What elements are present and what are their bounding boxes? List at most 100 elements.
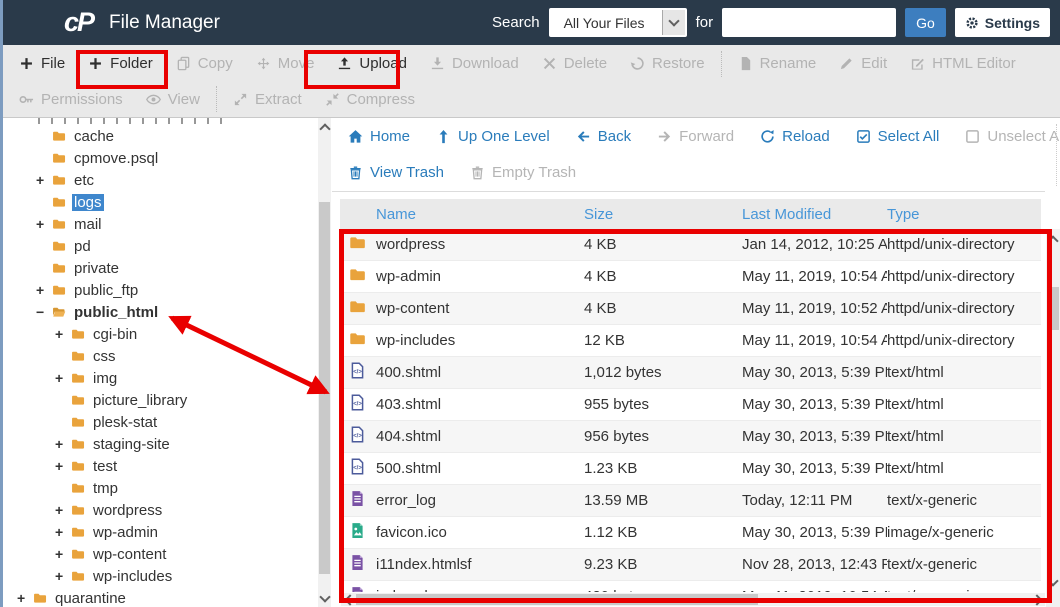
toolbar-button-upload[interactable]: Upload bbox=[337, 55, 407, 72]
folder-icon bbox=[51, 283, 67, 297]
table-row-error-log[interactable]: error_log 13.59 MB Today, 12:11 PM text/… bbox=[340, 485, 1041, 517]
nav-button-select-all[interactable]: Select All bbox=[856, 128, 940, 145]
expand-toggle[interactable]: + bbox=[36, 282, 51, 298]
scroll-right-arrow[interactable] bbox=[1031, 593, 1045, 606]
expand-toggle[interactable]: + bbox=[55, 502, 70, 518]
table-row-favicon-ico[interactable]: favicon.ico 1.12 KB May 30, 2013, 5:39 P… bbox=[340, 517, 1041, 549]
table-vertical-scrollbar[interactable] bbox=[1046, 229, 1060, 592]
expand-toggle[interactable]: + bbox=[55, 326, 70, 342]
tree-item-css[interactable]: css bbox=[0, 345, 318, 367]
toolbar-button-html-editor[interactable]: HTML Editor bbox=[910, 55, 1016, 72]
table-horizontal-scrollbar[interactable] bbox=[341, 593, 1045, 606]
toolbar-button-rename[interactable]: Rename bbox=[738, 55, 817, 72]
nav-button-home[interactable]: Home bbox=[348, 128, 410, 145]
table-row-403-shtml[interactable]: 403.shtml 955 bytes May 30, 2013, 5:39 P… bbox=[340, 389, 1041, 421]
plus-icon bbox=[19, 56, 34, 71]
nav-button-unselect-all[interactable]: Unselect All bbox=[965, 128, 1060, 145]
nav-divider bbox=[1056, 124, 1057, 186]
table-row-wordpress[interactable]: wordpress 4 KB Jan 14, 2012, 10:25 AM ht… bbox=[340, 229, 1041, 261]
tree-item-staging-site[interactable]: + staging-site bbox=[0, 433, 318, 455]
h-scrollbar-thumb[interactable] bbox=[356, 594, 758, 605]
settings-button[interactable]: Settings bbox=[955, 8, 1050, 37]
go-button[interactable]: Go bbox=[905, 8, 946, 37]
tree-item-img[interactable]: + img bbox=[0, 367, 318, 389]
tree-item-wp-content[interactable]: + wp-content bbox=[0, 543, 318, 565]
expand-toggle[interactable]: + bbox=[55, 436, 70, 452]
toolbar-button-delete[interactable]: Delete bbox=[542, 55, 607, 72]
column-header-size[interactable]: Size bbox=[584, 206, 742, 223]
folder-icon bbox=[51, 195, 67, 209]
tree-item-pd[interactable]: pd bbox=[0, 235, 318, 257]
toolbar-button-move[interactable]: Move bbox=[256, 55, 315, 72]
tree-item-etc[interactable]: + etc bbox=[0, 169, 318, 191]
table-row-wp-admin[interactable]: wp-admin 4 KB May 11, 2019, 10:54 AM htt… bbox=[340, 261, 1041, 293]
nav-button-forward[interactable]: Forward bbox=[657, 128, 734, 145]
table-row-wp-content[interactable]: wp-content 4 KB May 11, 2019, 10:52 AM h… bbox=[340, 293, 1041, 325]
toolbar-button-restore[interactable]: Restore bbox=[630, 55, 705, 72]
search-input[interactable] bbox=[722, 8, 896, 37]
tree-item-test[interactable]: + test bbox=[0, 455, 318, 477]
tree-item-cpmove-psql[interactable]: cpmove.psql bbox=[0, 147, 318, 169]
nav-button-view-trash[interactable]: View Trash bbox=[348, 164, 444, 181]
expand-toggle[interactable]: + bbox=[36, 172, 51, 188]
scroll-left-arrow[interactable] bbox=[341, 593, 355, 606]
toolbar-button-edit[interactable]: Edit bbox=[839, 55, 887, 72]
tree-item-tmp[interactable]: tmp bbox=[0, 477, 318, 499]
file-modified: May 30, 2013, 5:39 PM bbox=[742, 364, 887, 381]
scroll-down-arrow[interactable] bbox=[318, 591, 331, 605]
tree-item-mail[interactable]: + mail bbox=[0, 213, 318, 235]
column-header-name[interactable]: Name bbox=[376, 206, 584, 223]
file-size: 1,012 bytes bbox=[584, 364, 742, 381]
column-header-type[interactable]: Type bbox=[887, 206, 1041, 223]
tree-item-private[interactable]: private bbox=[0, 257, 318, 279]
toolbar-button-file[interactable]: File bbox=[19, 55, 65, 72]
expand-toggle[interactable]: + bbox=[17, 590, 32, 606]
table-row-i11ndex-htmlsf[interactable]: i11ndex.htmlsf 9.23 KB Nov 28, 2013, 12:… bbox=[340, 549, 1041, 581]
tree-item-quarantine[interactable]: + quarantine bbox=[0, 587, 318, 607]
expand-toggle[interactable]: + bbox=[55, 524, 70, 540]
tree-item-public-html[interactable]: − public_html bbox=[0, 301, 318, 323]
nav-button-empty-trash[interactable]: Empty Trash bbox=[470, 164, 576, 181]
tree-item-cache[interactable]: cache bbox=[0, 125, 318, 147]
sidebar-scrollbar[interactable] bbox=[318, 118, 331, 607]
search-scope-select[interactable]: All Your Files bbox=[549, 8, 687, 37]
tree-item-wp-admin[interactable]: + wp-admin bbox=[0, 521, 318, 543]
nav-button-reload[interactable]: Reload bbox=[760, 128, 830, 145]
column-header-last-modified[interactable]: Last Modified bbox=[742, 206, 887, 223]
tree-item-wp-includes[interactable]: + wp-includes bbox=[0, 565, 318, 587]
table-scrollbar-thumb[interactable] bbox=[1047, 287, 1059, 330]
toolbar-button-download[interactable]: Download bbox=[430, 55, 519, 72]
tree-item-plesk-stat[interactable]: plesk-stat bbox=[0, 411, 318, 433]
sidebar-scrollbar-thumb[interactable] bbox=[319, 202, 330, 574]
expand-toggle[interactable]: + bbox=[55, 370, 70, 386]
table-row-404-shtml[interactable]: 404.shtml 956 bytes May 30, 2013, 5:39 P… bbox=[340, 421, 1041, 453]
toolbar-button-view[interactable]: View bbox=[146, 91, 200, 108]
tree-item-picture-library[interactable]: picture_library bbox=[0, 389, 318, 411]
toolbar-row-2: Permissions View Extract Compress bbox=[0, 82, 1060, 116]
tree-item-cgi-bin[interactable]: + cgi-bin bbox=[0, 323, 318, 345]
scroll-up-arrow[interactable] bbox=[318, 120, 331, 134]
tree-item-public-ftp[interactable]: + public_ftp bbox=[0, 279, 318, 301]
nav-button-back[interactable]: Back bbox=[576, 128, 631, 145]
expand-toggle[interactable]: + bbox=[55, 568, 70, 584]
toolbar-button-extract[interactable]: Extract bbox=[233, 91, 302, 108]
expand-toggle[interactable]: + bbox=[55, 546, 70, 562]
toolbar-button-permissions[interactable]: Permissions bbox=[19, 91, 123, 108]
expand-toggle[interactable]: − bbox=[36, 304, 51, 320]
expand-toggle[interactable]: + bbox=[55, 458, 70, 474]
file-name: wp-includes bbox=[376, 332, 584, 349]
scroll-up-arrow[interactable] bbox=[1046, 232, 1060, 246]
tree-item-logs[interactable]: logs bbox=[0, 191, 318, 213]
expand-toggle[interactable]: + bbox=[36, 216, 51, 232]
tree-item-wordpress[interactable]: + wordpress bbox=[0, 499, 318, 521]
table-row-index-php[interactable]: index.php 420 bytes May 11, 2019, 10:54 … bbox=[340, 581, 1041, 592]
toolbar-button-compress[interactable]: Compress bbox=[325, 91, 415, 108]
table-row-400-shtml[interactable]: 400.shtml 1,012 bytes May 30, 2013, 5:39… bbox=[340, 357, 1041, 389]
toolbar-button-copy[interactable]: Copy bbox=[176, 55, 233, 72]
scroll-down-arrow[interactable] bbox=[1046, 575, 1060, 589]
table-row-wp-includes[interactable]: wp-includes 12 KB May 11, 2019, 10:54 AM… bbox=[340, 325, 1041, 357]
toolbar-button-folder[interactable]: Folder bbox=[88, 55, 153, 72]
nav-button-up-one-level[interactable]: Up One Level bbox=[436, 128, 550, 145]
file-type: httpd/unix-directory bbox=[887, 332, 1041, 349]
table-row-500-shtml[interactable]: 500.shtml 1.23 KB May 30, 2013, 5:39 PM … bbox=[340, 453, 1041, 485]
